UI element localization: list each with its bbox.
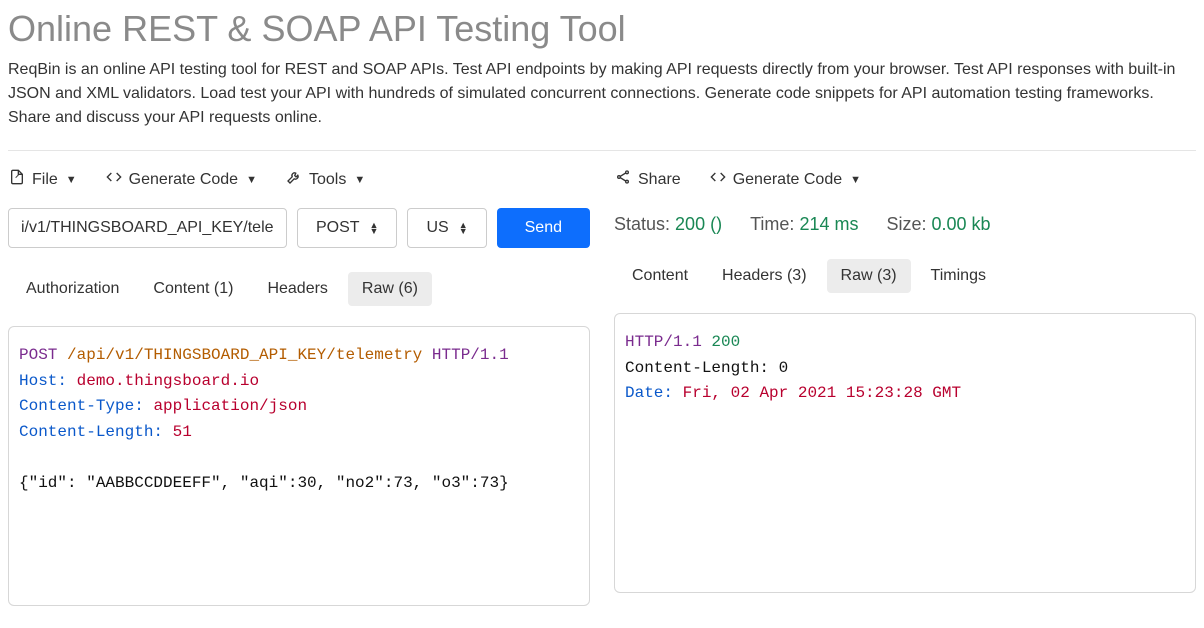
status-label: Status:	[614, 214, 670, 234]
status-value: 200 ()	[675, 214, 722, 234]
caret-down-icon: ▼	[246, 174, 257, 186]
share-button[interactable]: Share	[614, 167, 681, 192]
tab-content[interactable]: Content	[618, 259, 702, 293]
generate-code-label: Generate Code	[129, 171, 238, 189]
tab-headers[interactable]: Headers (3)	[708, 259, 820, 293]
send-button[interactable]: Send	[497, 208, 590, 248]
page-description: ReqBin is an online API testing tool for…	[8, 58, 1196, 130]
request-toolbar: File ▼ Generate Code ▼ Tools ▼	[8, 163, 590, 208]
region-label: US	[426, 219, 448, 237]
response-status-row: Status: 200 () Time: 214 ms Size: 0.00 k…	[614, 208, 1196, 259]
share-icon	[614, 169, 632, 190]
response-toolbar: Share Generate Code ▼	[614, 163, 1196, 208]
code-icon	[709, 169, 727, 190]
tools-label: Tools	[309, 171, 346, 189]
method-label: POST	[316, 219, 360, 237]
tab-timings[interactable]: Timings	[917, 259, 1000, 293]
divider	[8, 150, 1196, 151]
tools-button[interactable]: Tools ▼	[285, 167, 365, 192]
size-value: 0.00 kb	[932, 214, 991, 234]
tab-content[interactable]: Content (1)	[139, 272, 247, 306]
request-controls: POST ▲▼ US ▲▼ Send	[8, 208, 590, 248]
caret-down-icon: ▼	[66, 174, 77, 186]
response-raw-body[interactable]: HTTP/1.1 200Content-Length: 0Date: Fri, …	[614, 313, 1196, 593]
tools-icon	[285, 169, 303, 190]
file-button[interactable]: File ▼	[8, 167, 77, 192]
request-panel: File ▼ Generate Code ▼ Tools ▼ POS	[8, 163, 590, 606]
file-icon	[8, 169, 26, 190]
code-icon	[105, 169, 123, 190]
caret-down-icon: ▼	[850, 174, 861, 186]
url-input[interactable]	[8, 208, 287, 248]
request-tabs: Authorization Content (1) Headers Raw (6…	[8, 272, 590, 306]
method-select[interactable]: POST ▲▼	[297, 208, 397, 248]
request-raw-body[interactable]: POST /api/v1/THINGSBOARD_API_KEY/telemet…	[8, 326, 590, 606]
time-value: 214 ms	[799, 214, 858, 234]
updown-icon: ▲▼	[370, 222, 379, 234]
region-select[interactable]: US ▲▼	[407, 208, 486, 248]
tab-raw[interactable]: Raw (3)	[827, 259, 911, 293]
page-title: Online REST & SOAP API Testing Tool	[8, 8, 1196, 50]
tab-headers[interactable]: Headers	[253, 272, 341, 306]
share-label: Share	[638, 171, 681, 189]
updown-icon: ▲▼	[459, 222, 468, 234]
tab-raw[interactable]: Raw (6)	[348, 272, 432, 306]
tab-authorization[interactable]: Authorization	[12, 272, 133, 306]
size-label: Size:	[886, 214, 926, 234]
generate-code-label: Generate Code	[733, 171, 842, 189]
response-tabs: Content Headers (3) Raw (3) Timings	[614, 259, 1196, 293]
file-label: File	[32, 171, 58, 189]
response-panel: Share Generate Code ▼ Status: 200 () Tim…	[614, 163, 1196, 606]
generate-code-button[interactable]: Generate Code ▼	[709, 167, 861, 192]
time-label: Time:	[750, 214, 794, 234]
caret-down-icon: ▼	[354, 174, 365, 186]
generate-code-button[interactable]: Generate Code ▼	[105, 167, 257, 192]
